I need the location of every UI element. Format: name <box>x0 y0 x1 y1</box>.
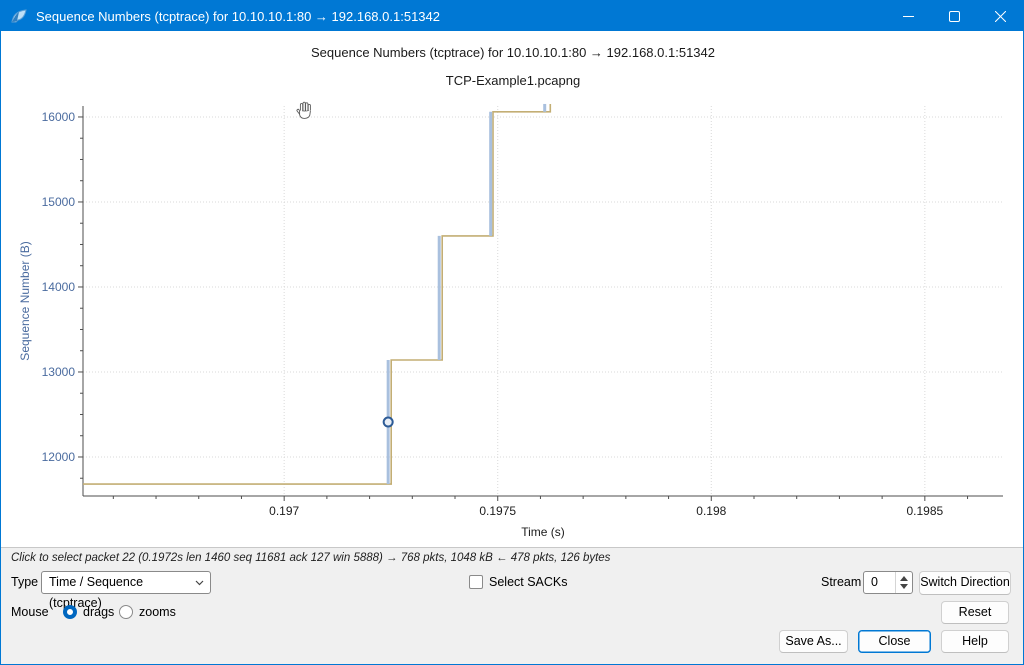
close-icon <box>995 11 1006 22</box>
mouse-label: Mouse <box>11 601 49 624</box>
mouse-drags-radio[interactable] <box>63 605 77 619</box>
y-tick-label: 12000 <box>42 450 76 464</box>
x-tick-label: 0.198 <box>696 504 726 518</box>
y-tick-label: 15000 <box>42 195 76 209</box>
switch-direction-button[interactable]: Switch Direction <box>919 571 1011 595</box>
reset-button[interactable]: Reset <box>941 601 1009 624</box>
stream-value: 0 <box>871 572 878 593</box>
stream-label: Stream <box>821 571 861 594</box>
window-title: Sequence Numbers (tcptrace) for 10.10.10… <box>36 9 885 24</box>
y-axis-title: Sequence Number (B) <box>18 241 32 360</box>
select-sacks-label: Select SACKs <box>489 571 568 594</box>
close-button[interactable]: Close <box>858 630 931 653</box>
hand-drag-cursor-icon <box>297 102 311 118</box>
wireshark-icon <box>11 8 28 25</box>
sequence-steps-line <box>83 104 550 484</box>
mouse-drags-label: drags <box>83 601 114 624</box>
stream-stepper-arrows[interactable] <box>895 572 912 593</box>
mouse-zooms-radio[interactable] <box>119 605 133 619</box>
tcptrace-plot[interactable]: 0.197 0.1975 0.198 0.1985 12000 13000 14000 150… <box>1 31 1024 547</box>
x-tick-label: 0.197 <box>269 504 299 518</box>
graph-type-dropdown[interactable]: Time / Sequence (tcptrace) <box>41 571 211 594</box>
save-as-button[interactable]: Save As... <box>779 630 848 653</box>
titlebar: Sequence Numbers (tcptrace) for 10.10.10… <box>1 1 1023 31</box>
tcp-stream-graph-window: Sequence Numbers (tcptrace) for 10.10.10… <box>0 0 1024 665</box>
y-tick-label: 13000 <box>42 365 76 379</box>
status-hint-text: Click to select packet 22 (0.1972s len 1… <box>11 552 610 564</box>
maximize-button[interactable] <box>931 1 977 31</box>
stepper-down-icon <box>900 584 908 589</box>
stepper-up-icon <box>900 576 908 581</box>
y-tick-label: 14000 <box>42 280 76 294</box>
close-button-titlebar[interactable] <box>977 1 1023 31</box>
stream-stepper[interactable]: 0 <box>863 571 913 594</box>
chart-area: Sequence Numbers (tcptrace) for 10.10.10… <box>1 31 1024 547</box>
chevron-down-icon <box>195 580 204 586</box>
window-controls <box>885 1 1023 31</box>
minimize-button[interactable] <box>885 1 931 31</box>
mouse-zooms-label: zooms <box>139 601 176 624</box>
x-axis-title: Time (s) <box>521 525 565 539</box>
controls-panel: Click to select packet 22 (0.1972s len 1… <box>1 548 1024 665</box>
type-label: Type <box>11 571 38 594</box>
select-sacks-checkbox[interactable] <box>469 575 483 589</box>
x-tick-label: 0.1985 <box>906 504 943 518</box>
maximize-icon <box>949 11 960 22</box>
minimize-icon <box>903 11 914 22</box>
y-tick-label: 16000 <box>42 110 76 124</box>
help-button[interactable]: Help <box>941 630 1009 653</box>
x-tick-label: 0.1975 <box>479 504 516 518</box>
selected-packet-marker <box>384 418 393 427</box>
